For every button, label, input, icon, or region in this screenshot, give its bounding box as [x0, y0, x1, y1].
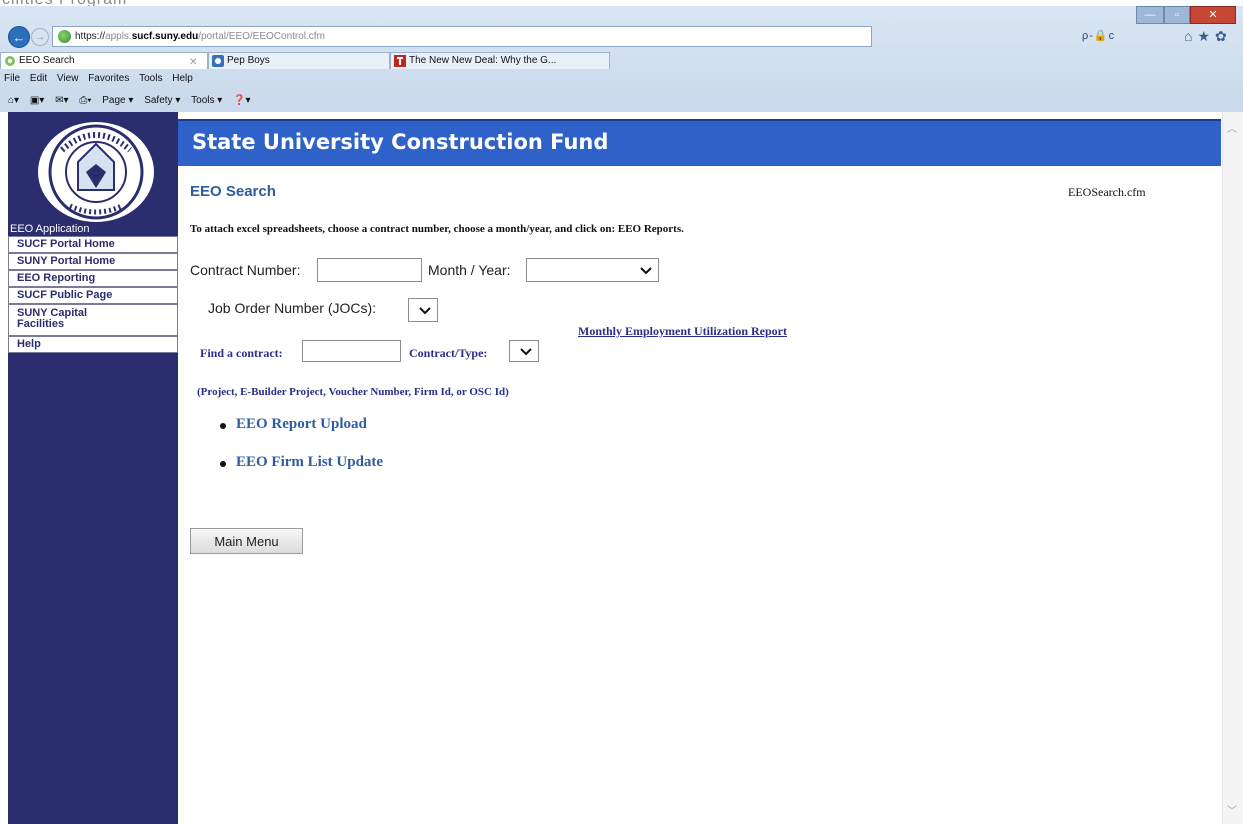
forward-button[interactable]: → — [31, 28, 49, 46]
tab-new-new-deal[interactable]: The New New Deal: Why the G... — [390, 52, 610, 69]
home-command-icon[interactable]: ⌂▾ — [8, 95, 19, 106]
mail-command-icon[interactable]: ✉▾ — [55, 95, 68, 106]
month-year-select[interactable] — [526, 258, 659, 282]
menu-edit[interactable]: Edit — [30, 73, 47, 84]
construction-fund-seal-logo — [36, 120, 156, 224]
contract-number-input[interactable] — [317, 258, 422, 282]
search-hint-text: (Project, E-Builder Project, Voucher Num… — [197, 386, 509, 398]
contract-type-select[interactable] — [509, 340, 539, 362]
site-title: State University Construction Fund — [192, 130, 609, 154]
print-command-icon[interactable]: ⎙▾ — [79, 95, 91, 106]
menu-help[interactable]: Help — [172, 73, 193, 84]
main-content: EEO Search EEOSearch.cfm To attach excel… — [178, 166, 1222, 824]
sidebar: EEO Application SUCF Portal Home SUNY Po… — [8, 112, 178, 824]
find-contract-input[interactable] — [302, 340, 401, 362]
web-page: EEO Application SUCF Portal Home SUNY Po… — [0, 112, 1243, 824]
tab-label: EEO Search — [19, 55, 75, 66]
help-command-icon[interactable]: ❓▾ — [233, 95, 250, 106]
chevron-down-icon — [419, 307, 431, 315]
address-scheme: https:// — [75, 31, 106, 42]
eeo-report-upload-link[interactable]: EEO Report Upload — [218, 416, 383, 454]
address-prefix: appls. — [105, 31, 132, 42]
address-bar[interactable]: https://appls.sucf.suny.edu/portal/EEO/E… — [52, 26, 872, 47]
ie-tab-icon — [5, 56, 15, 66]
monthly-utilization-report-link[interactable]: Monthly Employment Utilization Report — [578, 324, 787, 339]
command-tools[interactable]: Tools ▾ — [191, 95, 222, 106]
address-row: — ▫ ✕ ← → https://appls.sucf.suny.edu/po… — [0, 6, 1243, 50]
sidebar-item-suny-capital-facilities[interactable]: SUNY Capital Facilities — [8, 304, 178, 336]
back-button[interactable]: ← — [8, 26, 30, 48]
sidebar-item-help[interactable]: Help — [8, 336, 178, 353]
arrow-right-icon: → — [34, 31, 46, 43]
vertical-scrollbar[interactable]: ︿ ﹀ — [1222, 112, 1243, 824]
contract-type-label: Contract/Type: — [409, 346, 488, 360]
tab-eeo-search[interactable]: EEO Search ✕ — [0, 52, 208, 69]
tab-label: Pep Boys — [227, 55, 270, 66]
joc-select[interactable] — [408, 298, 438, 322]
menu-favorites[interactable]: Favorites — [88, 73, 129, 84]
contract-number-label: Contract Number: — [190, 262, 301, 278]
sidebar-nav: SUCF Portal Home SUNY Portal Home EEO Re… — [8, 236, 178, 353]
tab-pep-boys[interactable]: Pep Boys — [208, 52, 390, 69]
site-favicon-icon — [58, 30, 71, 43]
chevron-down-icon — [520, 348, 532, 356]
site-banner: State University Construction Fund — [178, 119, 1221, 166]
pep-boys-tab-icon — [212, 55, 224, 67]
menu-file[interactable]: File — [4, 73, 20, 84]
main-menu-button[interactable]: Main Menu — [190, 528, 303, 554]
address-path: /portal/EEO/EEOControl.cfm — [198, 31, 325, 42]
tab-close-icon[interactable]: ✕ — [189, 55, 197, 69]
sidebar-item-eeo-reporting[interactable]: EEO Reporting — [8, 270, 178, 287]
joc-label: Job Order Number (JOCs): — [208, 300, 377, 316]
home-icon[interactable]: ⌂ — [1184, 28, 1197, 44]
scroll-down-icon[interactable]: ﹀ — [1227, 802, 1237, 817]
settings-gear-icon[interactable]: ✿ — [1215, 28, 1232, 44]
command-safety[interactable]: Safety ▾ — [144, 95, 180, 106]
command-page[interactable]: Page ▾ — [102, 95, 133, 106]
seal-graphic — [48, 124, 144, 220]
feeds-command-icon[interactable]: ▣▾ — [30, 95, 44, 106]
find-contract-label: Find a contract: — [200, 346, 283, 360]
menu-view[interactable]: View — [57, 73, 79, 84]
sidebar-item-sucf-portal-home[interactable]: SUCF Portal Home — [8, 236, 178, 253]
page-title: EEO Search — [190, 183, 276, 200]
close-window-button[interactable]: ✕ — [1190, 6, 1236, 24]
file-name-label: EEOSearch.cfm — [1068, 185, 1146, 199]
browser-chrome: — ▫ ✕ ← → https://appls.sucf.suny.edu/po… — [0, 6, 1243, 116]
scroll-up-icon[interactable]: ︿ — [1227, 120, 1237, 135]
arrow-left-icon: ← — [12, 29, 26, 45]
instructions-text: To attach excel spreadsheets, choose a c… — [190, 223, 684, 235]
menu-tools[interactable]: Tools — [139, 73, 162, 84]
app-section-label: EEO Application — [10, 223, 90, 235]
month-year-label: Month / Year: — [428, 262, 511, 278]
maximize-button[interactable]: ▫ — [1164, 6, 1190, 24]
sidebar-item-sucf-public-page[interactable]: SUCF Public Page — [8, 287, 178, 304]
tab-label: The New New Deal: Why the G... — [409, 55, 557, 66]
tab-strip: EEO Search ✕ Pep Boys The New New Deal: … — [0, 50, 1243, 70]
sidebar-item-suny-portal-home[interactable]: SUNY Portal Home — [8, 253, 178, 270]
menu-bar: File Edit View Favorites Tools Help — [0, 70, 1243, 88]
chevron-down-icon — [640, 267, 652, 275]
browser-toolbar-icons: ⌂★✿ — [1184, 28, 1232, 45]
eeo-action-links: EEO Report Upload EEO Firm List Update — [218, 416, 383, 492]
article-tab-icon — [394, 55, 406, 67]
favorites-star-icon[interactable]: ★ — [1197, 28, 1215, 44]
address-host: sucf.suny.edu — [131, 31, 199, 42]
eeo-firm-list-update-link[interactable]: EEO Firm List Update — [218, 454, 383, 492]
address-bar-actions[interactable]: ρ-🔒c — [1082, 26, 1162, 47]
minimize-button[interactable]: — — [1136, 6, 1164, 24]
